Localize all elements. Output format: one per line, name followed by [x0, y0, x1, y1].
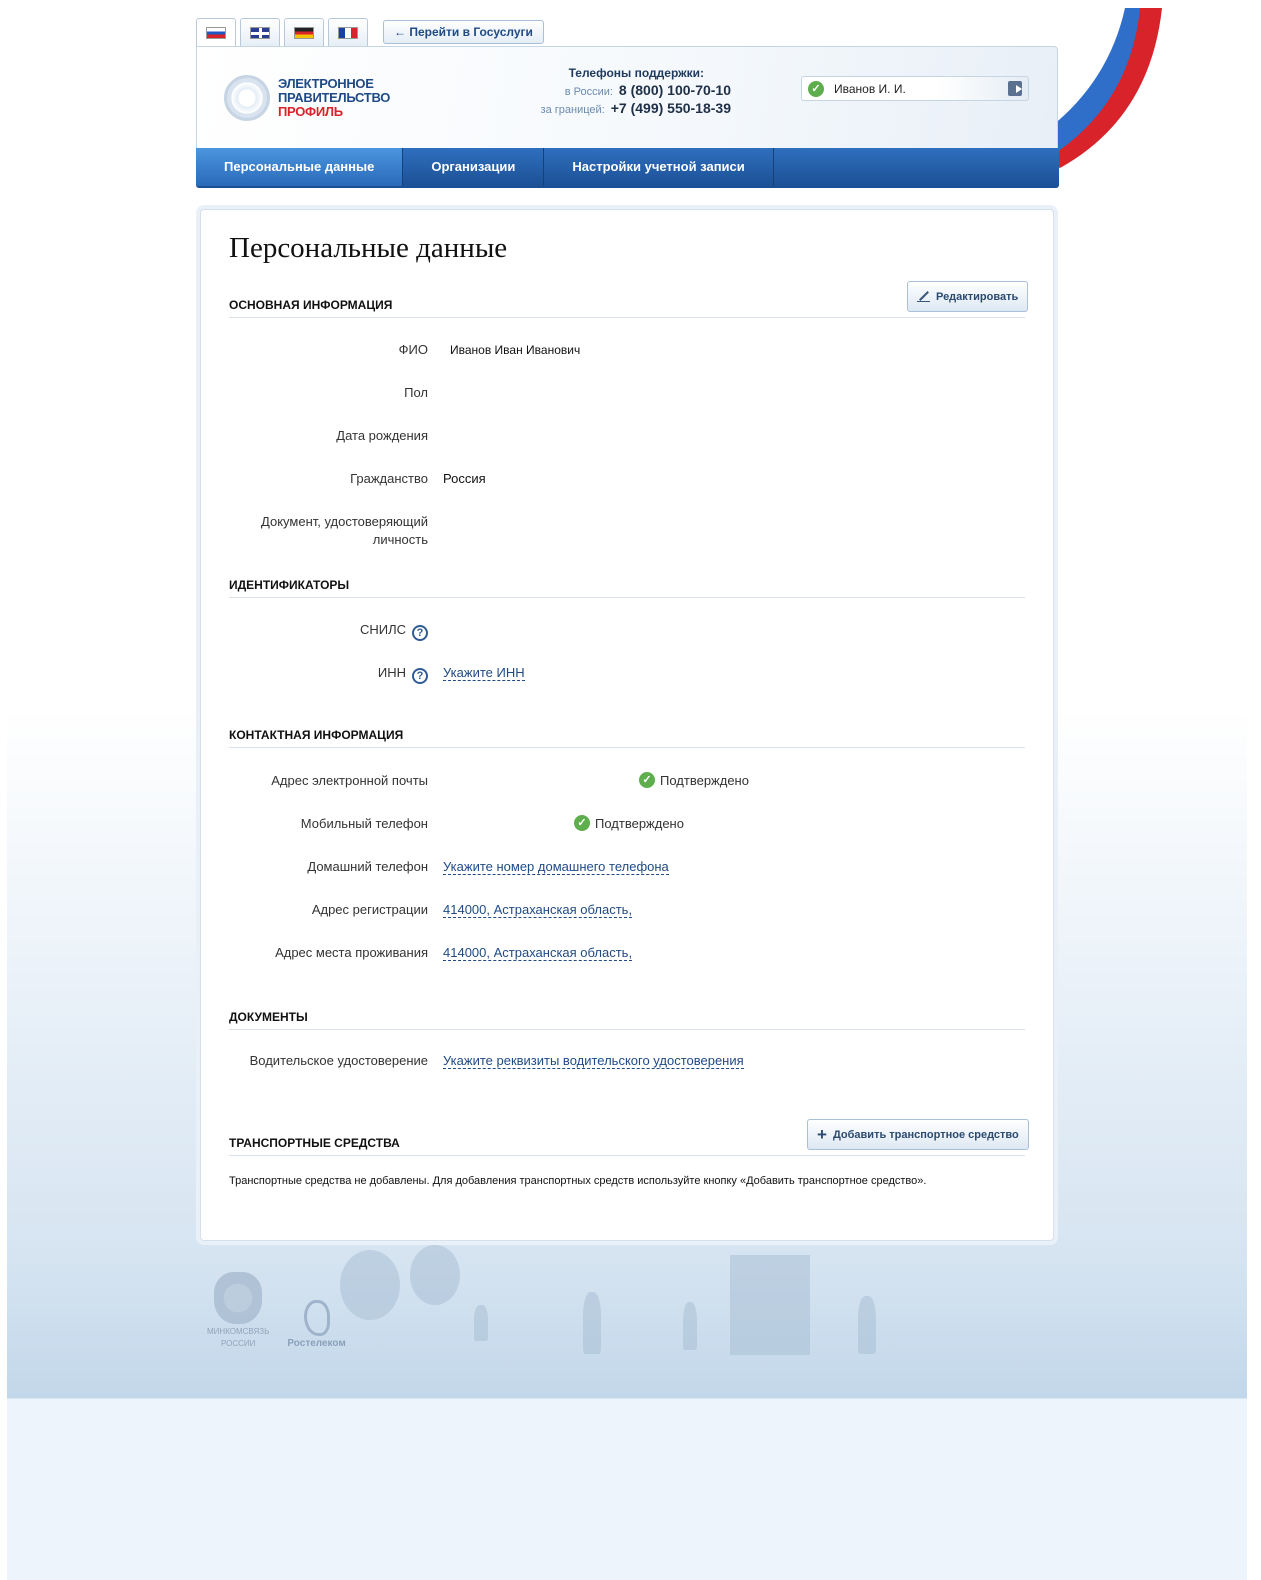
home-phone-label: Домашний телефон: [307, 859, 428, 874]
section-documents-title: ДОКУМЕНТЫ: [229, 1010, 1025, 1030]
main-nav: Персональные данные Организации Настройк…: [196, 148, 1059, 188]
phone-abroad-number: +7 (499) 550-18-39: [610, 100, 731, 116]
gender-label: Пол: [404, 385, 428, 400]
site-logo[interactable]: ЭЛЕКТРОННОЕ ПРАВИТЕЛЬСТВО ПРОФИЛЬ: [224, 75, 390, 121]
identity-document-label: Документ, удостоверяющий личность: [261, 513, 428, 549]
lang-tab-ru[interactable]: [196, 18, 236, 46]
verified-check-icon: ✓: [808, 80, 824, 97]
citizenship-label: Гражданство: [350, 471, 428, 486]
mobile-status-text: Подтверждено: [595, 815, 684, 831]
registration-address-link[interactable]: 414000, Астраханская область,: [443, 902, 633, 918]
rostelecom-mark-icon: [303, 1300, 330, 1336]
identity-document-label-line-1: Документ, удостоверяющий: [261, 514, 428, 529]
lang-tab-de[interactable]: [284, 18, 324, 46]
fio-label: ФИО: [398, 342, 428, 357]
page-title: Персональные данные: [229, 232, 508, 264]
person-silhouette: [474, 1305, 488, 1341]
email-status-text: Подтверждено: [660, 772, 749, 788]
residence-address-label: Адрес места проживания: [275, 945, 428, 960]
residence-address-link[interactable]: 414000, Астраханская область,: [443, 945, 633, 961]
nav-tab-organizations[interactable]: Организации: [403, 148, 545, 186]
rostelecom-logo[interactable]: Ростелеком: [287, 1300, 346, 1349]
logo-emblem-icon: [224, 75, 270, 121]
rostelecom-text: Ростелеком: [287, 1338, 346, 1349]
russia-flag-icon: [206, 26, 226, 39]
person-silhouette: [858, 1296, 876, 1354]
email-status: ✓ Подтверждено: [639, 772, 749, 788]
identity-document-label-line-2: личность: [372, 532, 428, 547]
section-basic-info-title: ОСНОВНАЯ ИНФОРМАЦИЯ: [229, 298, 1025, 318]
inn-label-row: ИНН?: [378, 664, 428, 684]
inn-label: ИНН: [377, 665, 406, 680]
mobile-phone-status: ✓ Подтверждено: [574, 815, 684, 831]
fio-value: Иванов Иван Иванович: [450, 343, 581, 357]
phone-russia-label: в России:: [564, 86, 613, 98]
specify-home-phone-link[interactable]: Укажите номер домашнего телефона: [443, 859, 669, 875]
logo-line-1: ЭЛЕКТРОННОЕ: [278, 76, 374, 91]
help-question-icon[interactable]: ?: [412, 625, 428, 641]
content-panel: [200, 209, 1054, 1241]
support-title: Телефоны поддержки:: [568, 66, 704, 80]
specify-drivers-license-link[interactable]: Укажите реквизиты водительского удостове…: [443, 1053, 744, 1069]
phone-abroad: за границей: +7 (499) 550-18-39: [519, 100, 731, 116]
vehicles-empty-note: Транспортные средства не добавлены. Для …: [229, 1175, 927, 1187]
citizenship-value: Россия: [443, 471, 486, 486]
section-identifiers-title: ИДЕНТИФИКАТОРЫ: [229, 578, 1025, 598]
ministry-line-2: РОССИИ: [220, 1339, 256, 1348]
nav-tab-personal-data[interactable]: Персональные данные: [196, 148, 404, 186]
logo-line-3: ПРОФИЛЬ: [278, 104, 343, 119]
tree-silhouette: [340, 1250, 400, 1320]
mobile-phone-label: Мобильный телефон: [300, 816, 428, 831]
lang-tab-fr[interactable]: [328, 18, 368, 46]
snils-label-row: СНИЛС?: [360, 621, 428, 641]
russian-emblem-icon: [214, 1272, 263, 1324]
uk-flag-icon: [250, 26, 270, 39]
birth-date-label: Дата рождения: [336, 428, 428, 443]
confirmed-check-icon: ✓: [639, 772, 655, 788]
person-silhouette: [583, 1292, 601, 1354]
phone-russia: в России: 8 (800) 100-70-10: [519, 82, 731, 98]
nav-tab-account-settings[interactable]: Настройки учетной записи: [544, 148, 774, 186]
logo-line-2: ПРАВИТЕЛЬСТВО: [278, 90, 391, 105]
ministry-line-1: МИНКОМСВЯЗЬ: [207, 1327, 270, 1336]
building-silhouette: [730, 1255, 810, 1355]
specify-inn-link[interactable]: Укажите ИНН: [443, 665, 525, 681]
user-box[interactable]: ✓ Иванов И. И.: [801, 76, 1029, 101]
logout-icon[interactable]: [1008, 81, 1022, 96]
drivers-license-label: Водительское удостоверение: [249, 1053, 428, 1068]
language-switcher: [196, 18, 368, 46]
help-question-icon[interactable]: ?: [412, 668, 428, 684]
phone-abroad-label: за границей:: [540, 104, 605, 116]
section-vehicles-title: ТРАНСПОРТНЫЕ СРЕДСТВА: [229, 1136, 1025, 1156]
registration-address-label: Адрес регистрации: [311, 902, 428, 917]
lang-tab-en[interactable]: [240, 18, 280, 46]
confirmed-check-icon: ✓: [574, 815, 590, 831]
snils-label: СНИЛС: [359, 622, 406, 637]
france-flag-icon: [338, 26, 358, 39]
ministry-logo[interactable]: МИНКОМСВЯЗЬ РОССИИ: [207, 1272, 269, 1348]
germany-flag-icon: [294, 26, 314, 39]
logo-text: ЭЛЕКТРОННОЕ ПРАВИТЕЛЬСТВО ПРОФИЛЬ: [278, 77, 390, 119]
section-contacts-title: КОНТАКТНАЯ ИНФОРМАЦИЯ: [229, 728, 1025, 748]
email-label: Адрес электронной почты: [271, 773, 428, 788]
footer-logos: МИНКОМСВЯЗЬ РОССИИ Ростелеком: [207, 1272, 346, 1349]
phone-russia-number: 8 (800) 100-70-10: [618, 82, 731, 98]
support-phones: Телефоны поддержки: в России: 8 (800) 10…: [519, 66, 731, 116]
tree-silhouette: [410, 1245, 460, 1305]
go-to-gosuslugi-button[interactable]: ← Перейти в Госуслуги: [383, 20, 544, 44]
user-name: Иванов И. И.: [834, 81, 906, 96]
person-silhouette: [683, 1302, 697, 1350]
